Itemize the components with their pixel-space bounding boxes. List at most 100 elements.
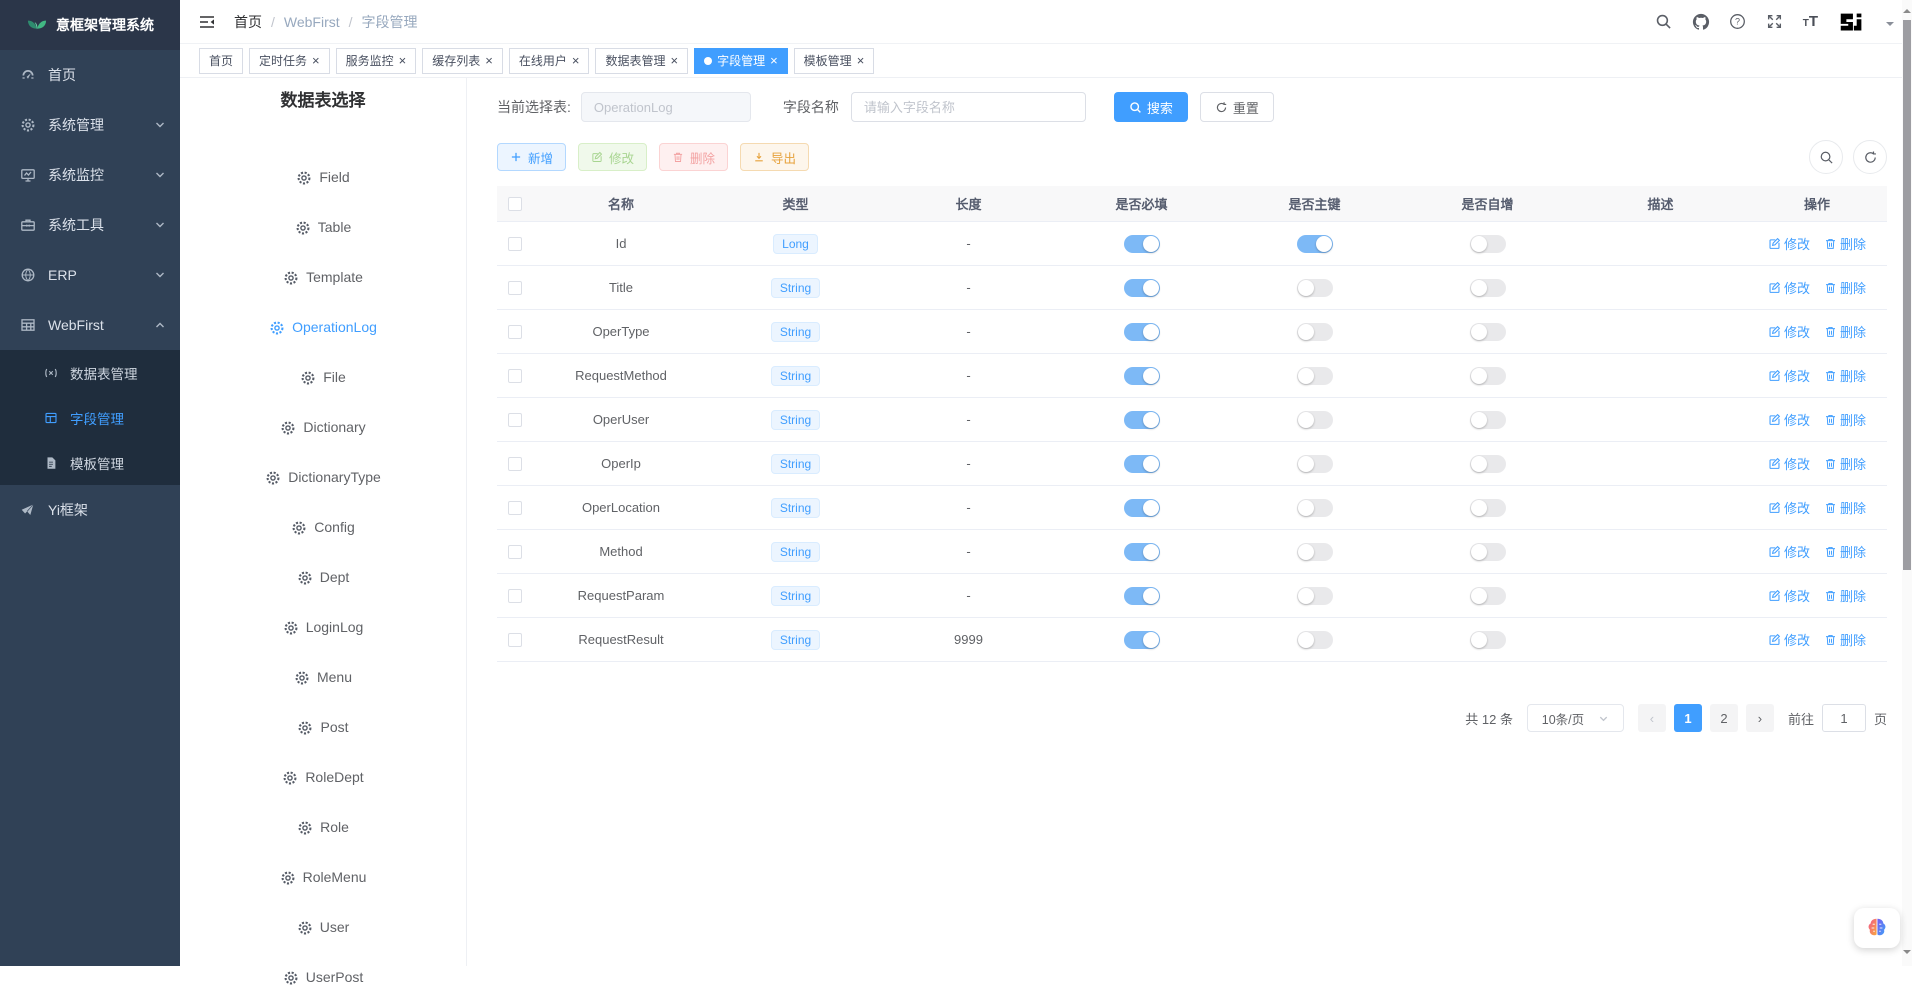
- primary-key-toggle[interactable]: [1297, 323, 1333, 341]
- close-tab-icon[interactable]: ×: [770, 54, 778, 67]
- row-delete-link[interactable]: 删除: [1824, 542, 1866, 561]
- search-button[interactable]: 搜索: [1114, 92, 1188, 122]
- row-delete-link[interactable]: 删除: [1824, 498, 1866, 517]
- primary-key-toggle[interactable]: [1297, 411, 1333, 429]
- field-name-input[interactable]: [851, 92, 1086, 122]
- required-toggle[interactable]: [1124, 455, 1160, 473]
- tab-数据表管理[interactable]: 数据表管理×: [595, 48, 688, 74]
- help-icon[interactable]: ?: [1729, 13, 1747, 31]
- row-delete-link[interactable]: 删除: [1824, 586, 1866, 605]
- row-checkbox[interactable]: [508, 633, 522, 647]
- tree-item-Table[interactable]: Table: [180, 202, 466, 252]
- select-all-checkbox[interactable]: [508, 197, 522, 211]
- tab-定时任务[interactable]: 定时任务×: [249, 48, 330, 74]
- row-delete-link[interactable]: 删除: [1824, 410, 1866, 429]
- auto-increment-toggle[interactable]: [1470, 323, 1506, 341]
- row-checkbox[interactable]: [508, 589, 522, 603]
- primary-key-toggle[interactable]: [1297, 367, 1333, 385]
- primary-key-toggle[interactable]: [1297, 279, 1333, 297]
- row-checkbox[interactable]: [508, 545, 522, 559]
- edit-button[interactable]: 修改: [578, 143, 647, 171]
- close-tab-icon[interactable]: ×: [857, 54, 865, 67]
- auto-increment-toggle[interactable]: [1470, 455, 1506, 473]
- tree-item-File[interactable]: File: [180, 352, 466, 402]
- row-delete-link[interactable]: 删除: [1824, 630, 1866, 649]
- row-checkbox[interactable]: [508, 237, 522, 251]
- sidebar-item[interactable]: Yi框架: [0, 485, 180, 535]
- font-size-icon[interactable]: TT: [1803, 13, 1818, 30]
- primary-key-toggle[interactable]: [1297, 499, 1333, 517]
- auto-increment-toggle[interactable]: [1470, 631, 1506, 649]
- tree-item-RoleMenu[interactable]: RoleMenu: [180, 852, 466, 902]
- next-page-button[interactable]: ›: [1746, 704, 1774, 732]
- tree-item-Dictionary[interactable]: Dictionary: [180, 402, 466, 452]
- row-edit-link[interactable]: 修改: [1768, 322, 1810, 341]
- tab-模板管理[interactable]: 模板管理×: [794, 48, 875, 74]
- github-icon[interactable]: [1692, 13, 1710, 31]
- reset-button[interactable]: 重置: [1200, 92, 1274, 122]
- collapse-sidebar-icon[interactable]: [198, 13, 216, 31]
- row-checkbox[interactable]: [508, 457, 522, 471]
- page-size-select[interactable]: 10条/页: [1527, 704, 1624, 732]
- sidebar-item[interactable]: WebFirst: [0, 300, 180, 350]
- scroll-down-arrow-icon[interactable]: [1903, 950, 1911, 958]
- close-tab-icon[interactable]: ×: [312, 54, 320, 67]
- required-toggle[interactable]: [1124, 587, 1160, 605]
- row-checkbox[interactable]: [508, 325, 522, 339]
- required-toggle[interactable]: [1124, 279, 1160, 297]
- goto-page-input[interactable]: [1822, 704, 1866, 732]
- show-search-button[interactable]: [1809, 140, 1843, 174]
- required-toggle[interactable]: [1124, 367, 1160, 385]
- vertical-scrollbar[interactable]: [1902, 0, 1912, 966]
- close-tab-icon[interactable]: ×: [572, 54, 580, 67]
- row-edit-link[interactable]: 修改: [1768, 498, 1810, 517]
- close-tab-icon[interactable]: ×: [485, 54, 493, 67]
- auto-increment-toggle[interactable]: [1470, 499, 1506, 517]
- close-tab-icon[interactable]: ×: [399, 54, 407, 67]
- required-toggle[interactable]: [1124, 499, 1160, 517]
- tree-item-User[interactable]: User: [180, 902, 466, 952]
- auto-increment-toggle[interactable]: [1470, 367, 1506, 385]
- tab-首页[interactable]: 首页: [199, 48, 243, 74]
- tab-服务监控[interactable]: 服务监控×: [336, 48, 417, 74]
- tree-item-Field[interactable]: Field: [180, 152, 466, 202]
- tree-item-Template[interactable]: Template: [180, 252, 466, 302]
- tree-item-OperationLog[interactable]: OperationLog: [180, 302, 466, 352]
- scrollbar-thumb[interactable]: [1903, 20, 1911, 570]
- row-edit-link[interactable]: 修改: [1768, 366, 1810, 385]
- auto-increment-toggle[interactable]: [1470, 411, 1506, 429]
- assistant-float-button[interactable]: [1854, 908, 1900, 948]
- primary-key-toggle[interactable]: [1297, 631, 1333, 649]
- breadcrumb-home[interactable]: 首页: [234, 12, 262, 32]
- tab-缓存列表[interactable]: 缓存列表×: [422, 48, 503, 74]
- refresh-table-button[interactable]: [1853, 140, 1887, 174]
- sidebar-subitem[interactable]: 数据表管理: [0, 350, 180, 395]
- sidebar-item[interactable]: 系统管理: [0, 100, 180, 150]
- tree-item-UserPost[interactable]: UserPost: [180, 952, 466, 1002]
- required-toggle[interactable]: [1124, 631, 1160, 649]
- required-toggle[interactable]: [1124, 235, 1160, 253]
- row-delete-link[interactable]: 删除: [1824, 234, 1866, 253]
- auto-increment-toggle[interactable]: [1470, 235, 1506, 253]
- add-button[interactable]: 新增: [497, 143, 566, 171]
- tree-item-Dept[interactable]: Dept: [180, 552, 466, 602]
- chevron-down-icon[interactable]: [1886, 22, 1894, 30]
- row-edit-link[interactable]: 修改: [1768, 410, 1810, 429]
- tree-item-RoleDept[interactable]: RoleDept: [180, 752, 466, 802]
- tab-在线用户[interactable]: 在线用户×: [509, 48, 590, 74]
- tree-item-Menu[interactable]: Menu: [180, 652, 466, 702]
- row-delete-link[interactable]: 删除: [1824, 366, 1866, 385]
- sidebar-item[interactable]: ERP: [0, 250, 180, 300]
- primary-key-toggle[interactable]: [1297, 235, 1333, 253]
- tree-item-LoginLog[interactable]: LoginLog: [180, 602, 466, 652]
- required-toggle[interactable]: [1124, 323, 1160, 341]
- page-button-1[interactable]: 1: [1674, 704, 1702, 732]
- tree-item-DictionaryType[interactable]: DictionaryType: [180, 452, 466, 502]
- row-edit-link[interactable]: 修改: [1768, 234, 1810, 253]
- scroll-up-arrow-icon[interactable]: [1903, 5, 1911, 13]
- tab-字段管理[interactable]: 字段管理×: [694, 48, 788, 74]
- delete-button[interactable]: 删除: [659, 143, 728, 171]
- sidebar-item[interactable]: 系统监控: [0, 150, 180, 200]
- row-delete-link[interactable]: 删除: [1824, 322, 1866, 341]
- close-tab-icon[interactable]: ×: [670, 54, 678, 67]
